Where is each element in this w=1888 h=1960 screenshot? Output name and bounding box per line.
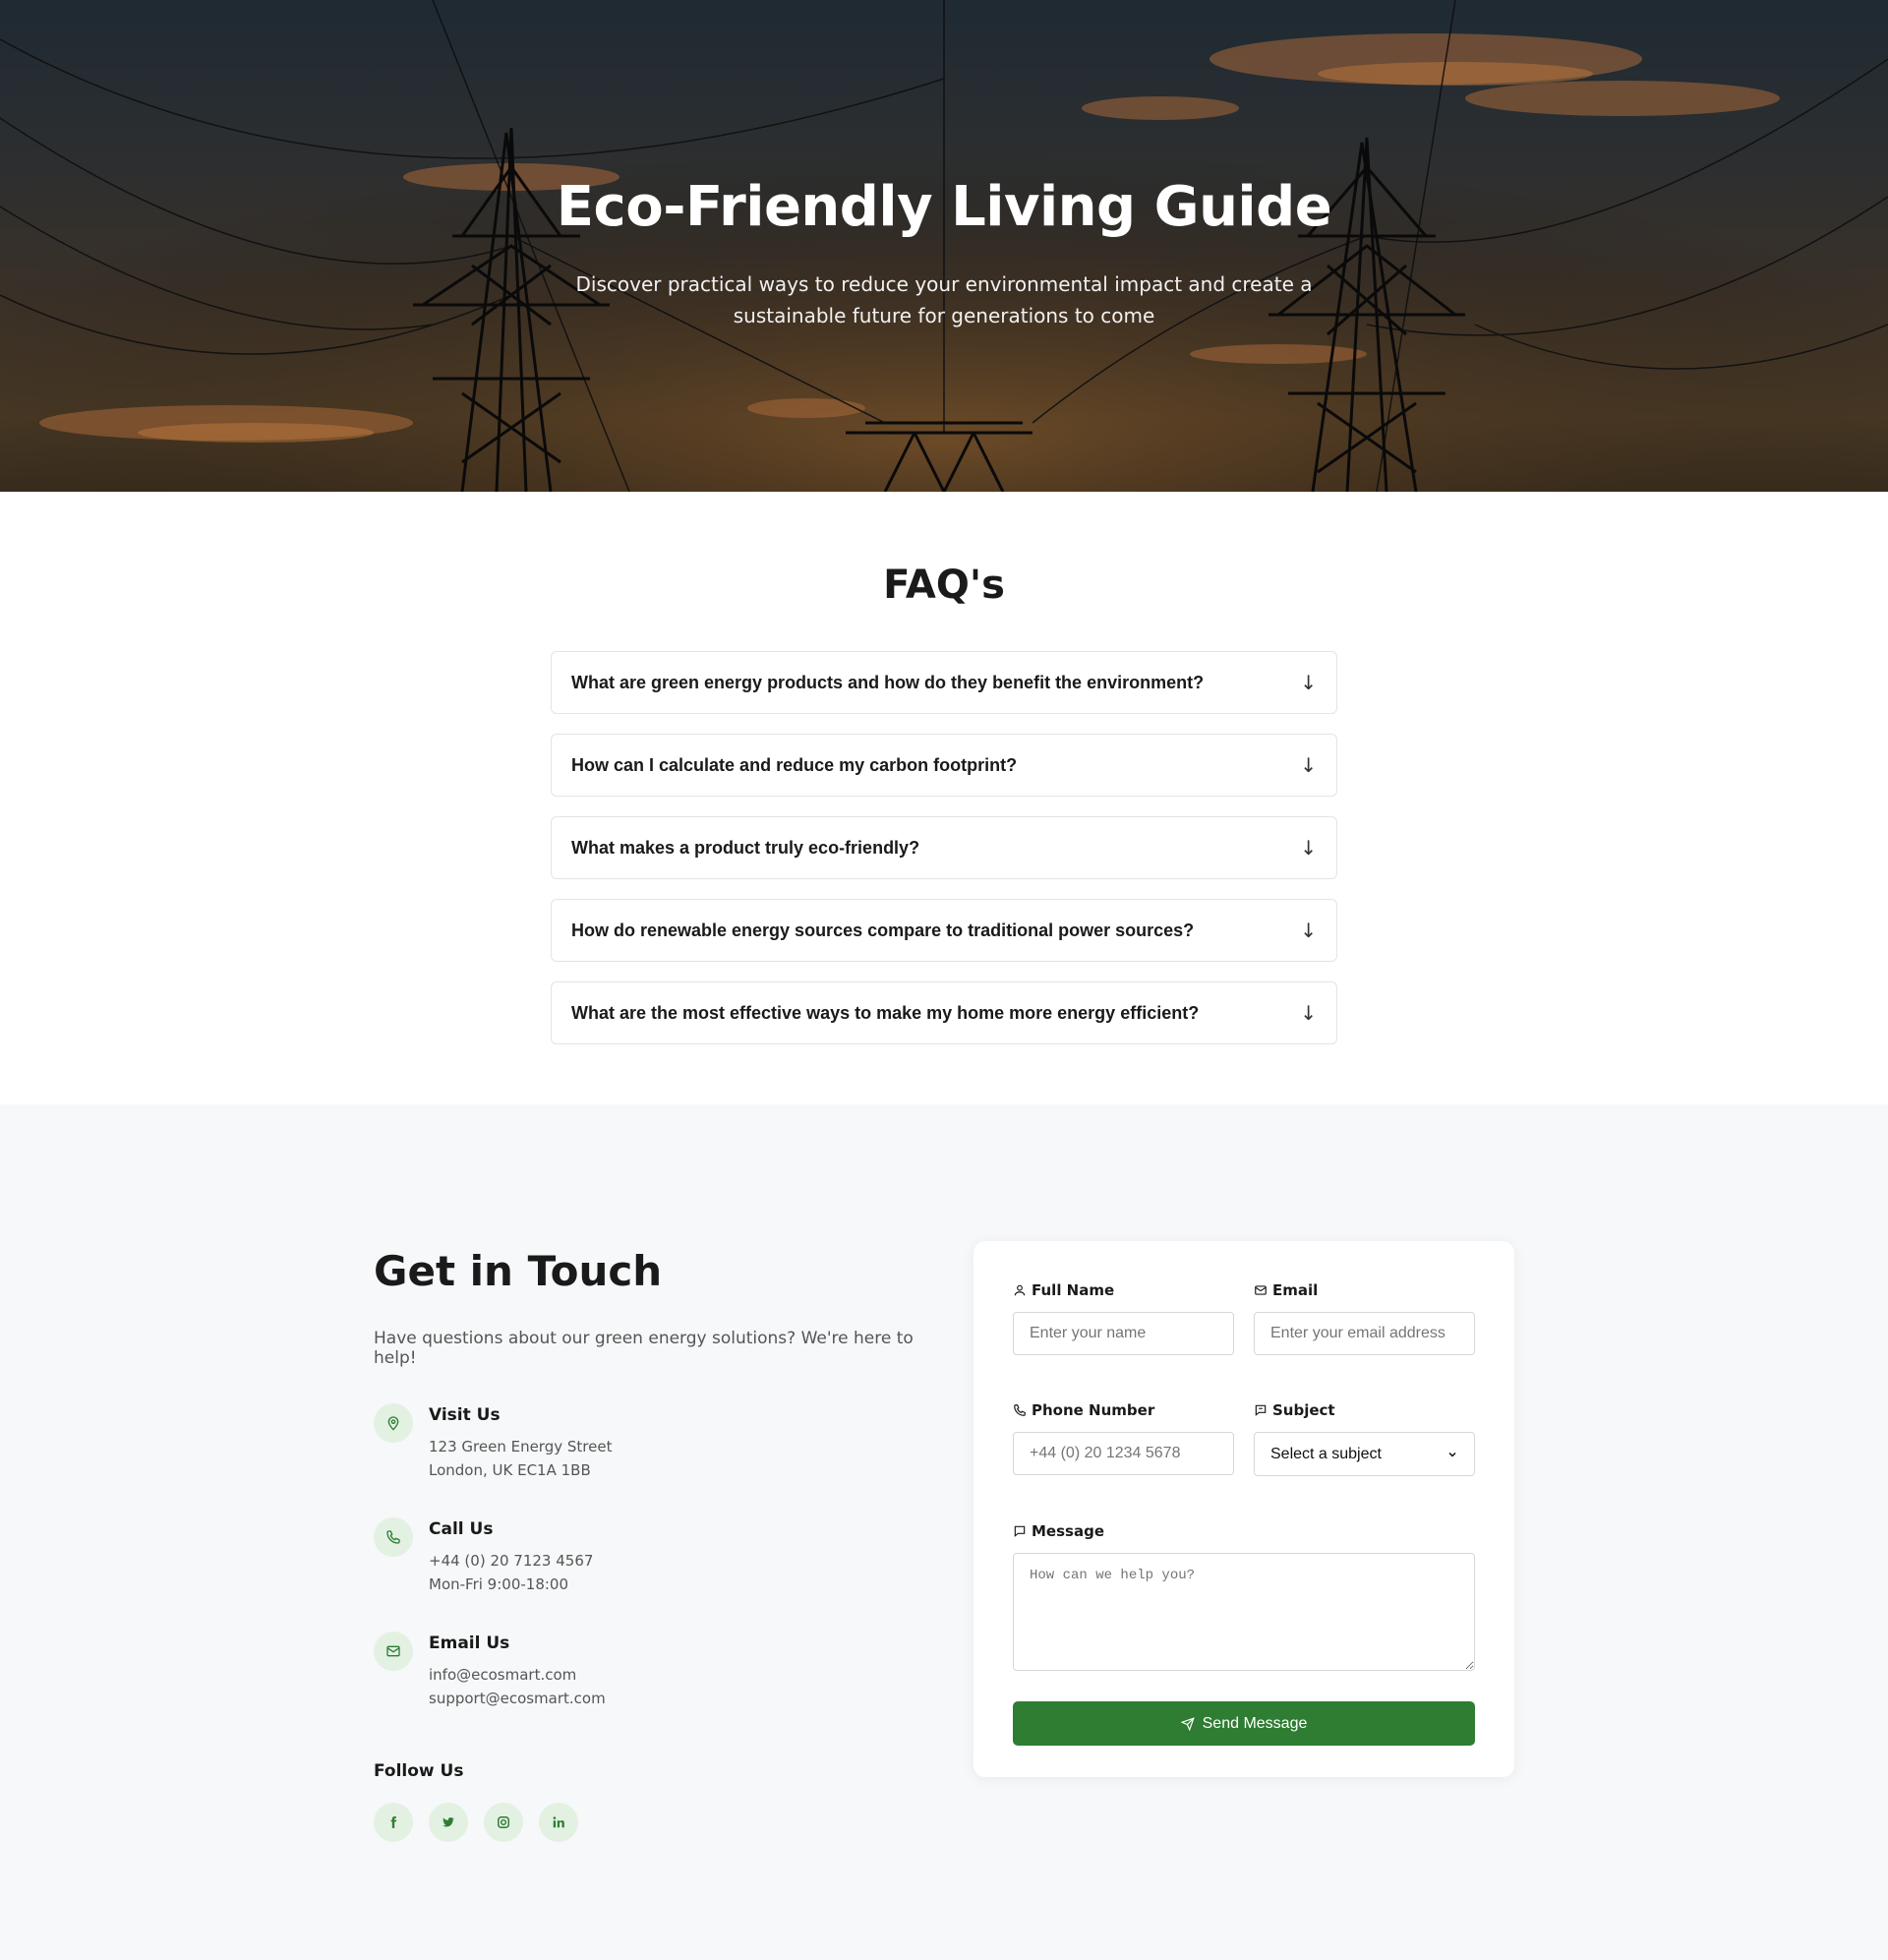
- faq-section: FAQ's What are green energy products and…: [0, 492, 1888, 1104]
- instagram-icon[interactable]: [484, 1803, 523, 1842]
- contact-title: Get in Touch: [374, 1247, 663, 1295]
- hero-content: Eco-Friendly Living Guide Discover pract…: [0, 175, 1888, 331]
- faq-question: What makes a product truly eco-friendly?: [571, 837, 920, 858]
- phone-input[interactable]: [1013, 1432, 1234, 1475]
- faq-question: What are the most effective ways to make…: [571, 1002, 1200, 1023]
- mail-icon: [374, 1632, 413, 1671]
- subject-selected-value: Select a subject: [1270, 1445, 1382, 1462]
- subject-label-text: Subject: [1272, 1401, 1335, 1419]
- subject-select[interactable]: Select a subject: [1254, 1432, 1475, 1476]
- mail-icon: [1255, 1285, 1267, 1295]
- email-input[interactable]: [1254, 1312, 1475, 1355]
- faq-list: What are green energy products and how d…: [551, 651, 1337, 1044]
- linkedin-icon[interactable]: [539, 1803, 578, 1842]
- phone-number: +44 (0) 20 7123 4567: [429, 1552, 594, 1570]
- full-name-label: Full Name: [1013, 1280, 1234, 1300]
- visit-us-heading: Visit Us: [429, 1405, 501, 1425]
- arrow-down-icon: ↓: [1300, 836, 1317, 860]
- call-us-heading: Call Us: [429, 1519, 494, 1539]
- subject-label: Subject: [1254, 1400, 1475, 1420]
- chevron-down-icon: [1448, 1452, 1456, 1457]
- follow-us-heading: Follow Us: [374, 1761, 464, 1781]
- message-label: Message: [1013, 1521, 1475, 1541]
- email-label: Email: [1254, 1280, 1475, 1300]
- phone-icon: [374, 1517, 413, 1557]
- faq-title: FAQ's: [883, 563, 1005, 608]
- address-line-2: London, UK EC1A 1BB: [429, 1461, 591, 1479]
- contact-info: Get in Touch Have questions about our gr…: [374, 1247, 924, 1842]
- user-icon: [1014, 1284, 1026, 1296]
- email-label-text: Email: [1272, 1281, 1319, 1299]
- contact-intro: Have questions about our green energy so…: [374, 1329, 914, 1368]
- map-pin-icon: [374, 1403, 413, 1443]
- full-name-input[interactable]: [1013, 1312, 1234, 1355]
- faq-question: How do renewable energy sources compare …: [571, 920, 1195, 940]
- email-support[interactable]: support@ecosmart.com: [429, 1687, 606, 1710]
- arrow-down-icon: ↓: [1300, 671, 1317, 694]
- hero-subtitle: Discover practical ways to reduce your e…: [575, 272, 1313, 327]
- arrow-down-icon: ↓: [1300, 919, 1317, 942]
- hero-banner: Eco-Friendly Living Guide Discover pract…: [0, 0, 1888, 492]
- visit-us-block: Visit Us 123 Green Energy Street London,…: [374, 1403, 924, 1482]
- faq-question: What are green energy products and how d…: [571, 672, 1205, 692]
- send-message-label: Send Message: [1202, 1714, 1308, 1732]
- email-info[interactable]: info@ecosmart.com: [429, 1663, 606, 1687]
- faq-item[interactable]: What are the most effective ways to make…: [551, 981, 1337, 1044]
- full-name-label-text: Full Name: [1032, 1281, 1115, 1299]
- hero-title: Eco-Friendly Living Guide: [556, 175, 1332, 239]
- twitter-icon[interactable]: [429, 1803, 468, 1842]
- faq-question: How can I calculate and reduce my carbon…: [571, 754, 1018, 775]
- message-square-icon: [1255, 1404, 1267, 1416]
- faq-item[interactable]: How do renewable energy sources compare …: [551, 899, 1337, 962]
- send-icon: [1180, 1716, 1195, 1731]
- phone-icon: [1014, 1404, 1026, 1416]
- phone-label-text: Phone Number: [1032, 1401, 1155, 1419]
- message-textarea[interactable]: [1013, 1553, 1475, 1671]
- arrow-down-icon: ↓: [1300, 753, 1317, 777]
- faq-item[interactable]: What are green energy products and how d…: [551, 651, 1337, 714]
- address-line-1: 123 Green Energy Street: [429, 1438, 613, 1455]
- contact-form: Full Name Email Phone Number: [974, 1241, 1514, 1777]
- phone-label: Phone Number: [1013, 1400, 1234, 1420]
- arrow-down-icon: ↓: [1300, 1001, 1317, 1025]
- email-us-heading: Email Us: [429, 1633, 510, 1653]
- call-us-block: Call Us +44 (0) 20 7123 4567 Mon-Fri 9:0…: [374, 1517, 924, 1596]
- message-icon: [1014, 1525, 1026, 1537]
- faq-item[interactable]: How can I calculate and reduce my carbon…: [551, 734, 1337, 797]
- message-label-text: Message: [1032, 1522, 1104, 1540]
- contact-section: Get in Touch Have questions about our gr…: [0, 1104, 1888, 1960]
- opening-hours: Mon-Fri 9:00-18:00: [429, 1575, 569, 1593]
- send-message-button[interactable]: Send Message: [1013, 1701, 1475, 1746]
- social-links: [374, 1803, 924, 1842]
- faq-item[interactable]: What makes a product truly eco-friendly?…: [551, 816, 1337, 879]
- email-us-block: Email Us info@ecosmart.com support@ecosm…: [374, 1632, 924, 1710]
- facebook-icon[interactable]: [374, 1803, 413, 1842]
